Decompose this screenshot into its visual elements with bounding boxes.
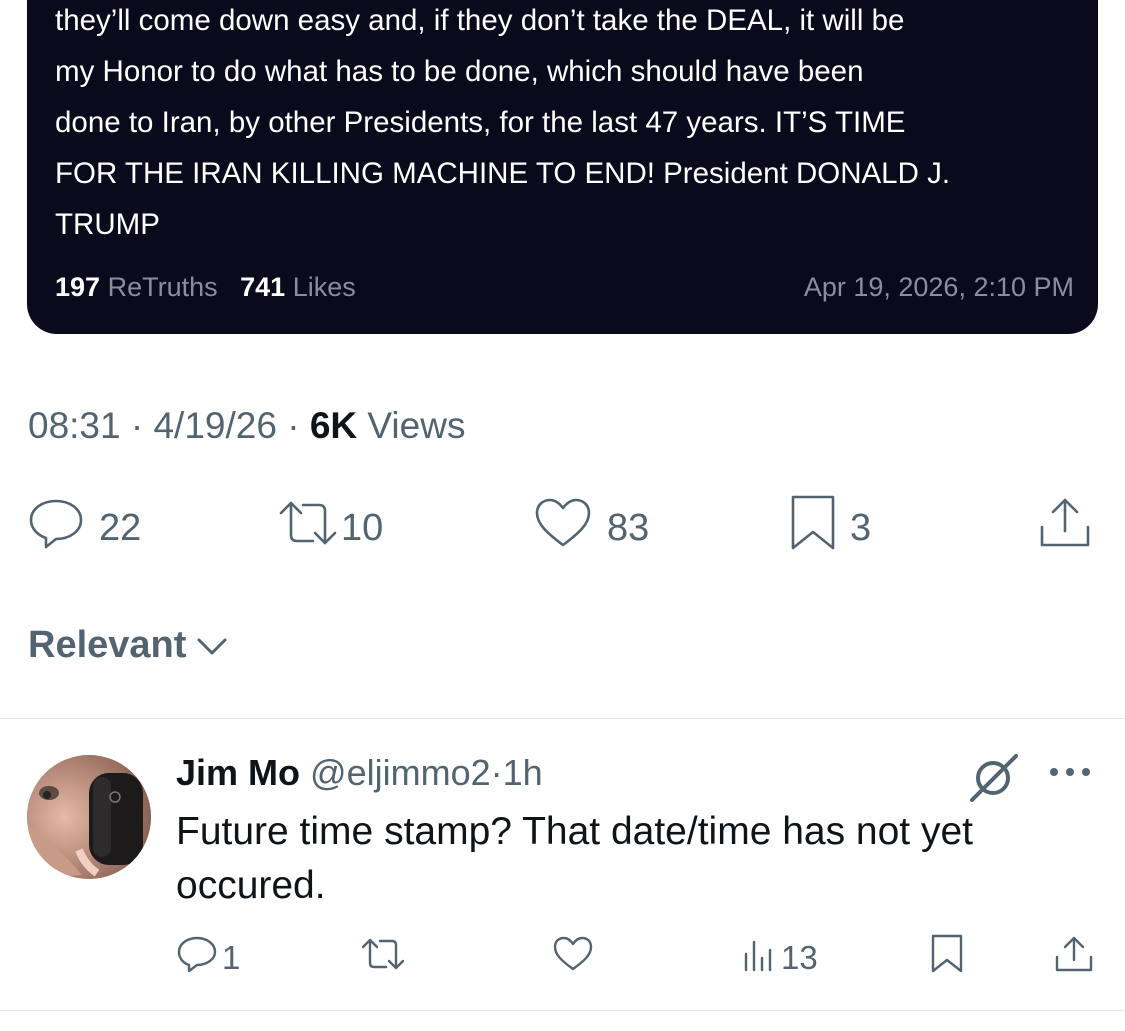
reply-reply-count: 1 xyxy=(222,939,241,976)
reply-icon xyxy=(27,495,85,561)
retruths-label: ReTruths xyxy=(107,272,218,302)
reply-views-button[interactable]: 13 xyxy=(741,938,818,978)
sort-label: Relevant xyxy=(28,624,187,666)
reply-repost-button[interactable] xyxy=(360,938,406,978)
reply-time[interactable]: 1h xyxy=(503,752,543,793)
embedded-post-stats: 197 ReTruths 741 Likes xyxy=(55,272,356,303)
retruths-count: 197 xyxy=(55,272,101,302)
reply-reply-button[interactable]: 1 xyxy=(176,936,241,978)
repost-button[interactable]: 10 xyxy=(277,500,383,556)
views-icon xyxy=(741,934,777,982)
likes-label: Likes xyxy=(292,272,356,302)
share-icon xyxy=(1054,934,1094,982)
divider xyxy=(0,1010,1125,1011)
heart-icon xyxy=(533,495,593,561)
chevron-down-icon xyxy=(186,624,228,667)
embedded-post-card[interactable]: they’ll come down easy and, if they don’… xyxy=(27,0,1098,334)
post-time: 08:31 xyxy=(28,405,121,446)
grok-icon xyxy=(966,754,1022,806)
reply-like-button[interactable] xyxy=(552,936,594,978)
reply-text: Future time stamp? That date/time has no… xyxy=(176,810,974,907)
bookmark-icon xyxy=(790,494,836,562)
bookmark-count: 3 xyxy=(850,506,872,549)
reply-views-count: 13 xyxy=(781,939,818,976)
reply-icon xyxy=(176,934,218,982)
views-count[interactable]: 6K xyxy=(310,405,357,446)
heart-icon xyxy=(552,934,594,982)
reply-separator: · xyxy=(490,752,503,793)
post-meta: 08:31 · 4/19/26 · 6K Views xyxy=(28,405,465,447)
meta-separator: · xyxy=(287,405,300,446)
more-options-button[interactable] xyxy=(1046,762,1094,787)
like-count: 83 xyxy=(607,506,650,549)
more-icon xyxy=(1046,768,1094,786)
reply-button[interactable]: 22 xyxy=(27,499,142,556)
embedded-post-text: they’ll come down easy and, if they don’… xyxy=(55,4,951,241)
share-button[interactable] xyxy=(1038,498,1092,556)
repost-count: 10 xyxy=(341,506,384,549)
reply-author-name[interactable]: Jim Mo xyxy=(176,752,300,793)
avatar[interactable] xyxy=(27,755,151,879)
divider xyxy=(0,718,1125,719)
like-button[interactable]: 83 xyxy=(533,498,650,556)
grok-button[interactable] xyxy=(966,752,1022,807)
meta-separator: · xyxy=(130,405,144,446)
reply-count: 22 xyxy=(99,506,142,549)
reply-author-handle[interactable]: @eljimmo2 xyxy=(310,752,491,793)
share-icon xyxy=(1038,495,1092,561)
reply-bookmark-button[interactable] xyxy=(929,934,965,978)
repost-icon xyxy=(277,495,339,561)
reply-share-button[interactable] xyxy=(1054,936,1094,978)
bookmark-icon xyxy=(929,933,965,983)
sort-selector[interactable]: Relevant xyxy=(28,624,228,667)
post-date: 4/19/26 xyxy=(153,405,277,446)
views-label[interactable]: Views xyxy=(367,405,465,446)
repost-icon xyxy=(360,934,406,982)
reply-header: Jim Mo @eljimmo2·1h xyxy=(176,752,543,794)
likes-count: 741 xyxy=(240,272,286,302)
bookmark-button[interactable]: 3 xyxy=(790,495,872,556)
embedded-post-date: Apr 19, 2026, 2:10 PM xyxy=(803,272,1074,302)
